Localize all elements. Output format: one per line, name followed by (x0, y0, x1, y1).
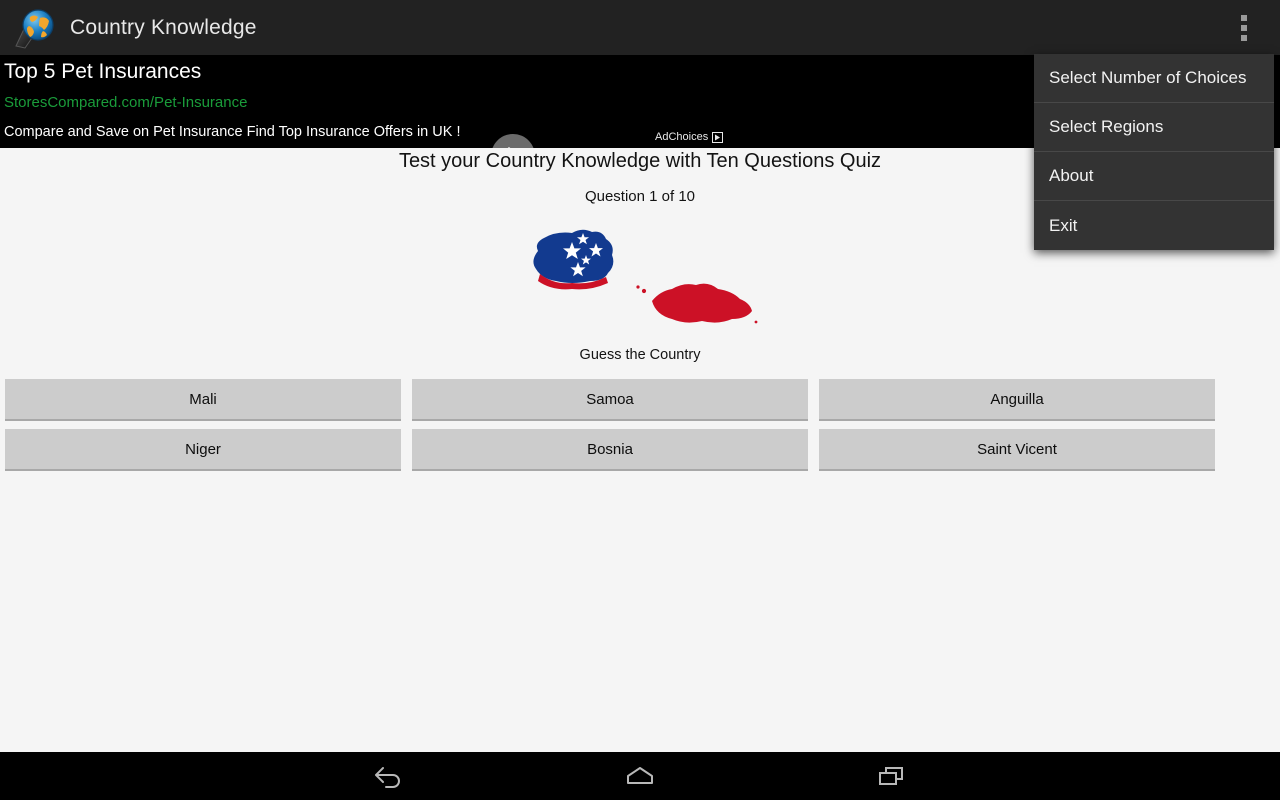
answer-button-saint-vicent[interactable]: Saint Vicent (819, 429, 1215, 471)
ad-headline[interactable]: Top 5 Pet Insurances (4, 60, 201, 84)
ad-description: Compare and Save on Pet Insurance Find T… (4, 124, 461, 140)
overflow-dot (1241, 14, 1247, 21)
answer-button-niger[interactable]: Niger (5, 429, 401, 471)
answer-options: Mali Samoa Anguilla Niger Bosnia Saint V… (0, 379, 1280, 471)
answer-button-anguilla[interactable]: Anguilla (819, 379, 1215, 421)
answer-button-mali[interactable]: Mali (5, 379, 401, 421)
globe-icon (12, 5, 58, 51)
adchoices-label: AdChoices (655, 131, 709, 143)
menu-item-about[interactable]: About (1034, 152, 1274, 201)
overflow-menu-icon[interactable] (1224, 0, 1264, 55)
menu-item-select-number-of-choices[interactable]: Select Number of Choices (1034, 54, 1274, 103)
system-navigation-bar (0, 752, 1280, 800)
menu-item-exit[interactable]: Exit (1034, 201, 1274, 250)
overflow-dot (1241, 34, 1247, 41)
home-icon[interactable] (604, 752, 676, 800)
menu-item-select-regions[interactable]: Select Regions (1034, 103, 1274, 152)
app-screen: Country Knowledge Top 5 Pet Insurances S… (0, 0, 1280, 800)
chevron-right-icon[interactable] (491, 134, 535, 148)
ad-url[interactable]: StoresCompared.com/Pet-Insurance (4, 94, 247, 111)
action-bar: Country Knowledge (0, 0, 1280, 55)
answer-button-bosnia[interactable]: Bosnia (412, 429, 808, 471)
answer-button-samoa[interactable]: Samoa (412, 379, 808, 421)
app-title: Country Knowledge (70, 15, 257, 39)
guess-prompt: Guess the Country (579, 347, 701, 363)
adchoices-icon (712, 131, 724, 143)
adchoices-badge[interactable]: AdChoices (655, 131, 724, 143)
overflow-dropdown-menu: Select Number of Choices Select Regions … (1034, 54, 1274, 250)
back-arrow-icon[interactable] (352, 752, 424, 800)
recents-icon[interactable] (856, 752, 928, 800)
overflow-dot (1241, 24, 1247, 31)
